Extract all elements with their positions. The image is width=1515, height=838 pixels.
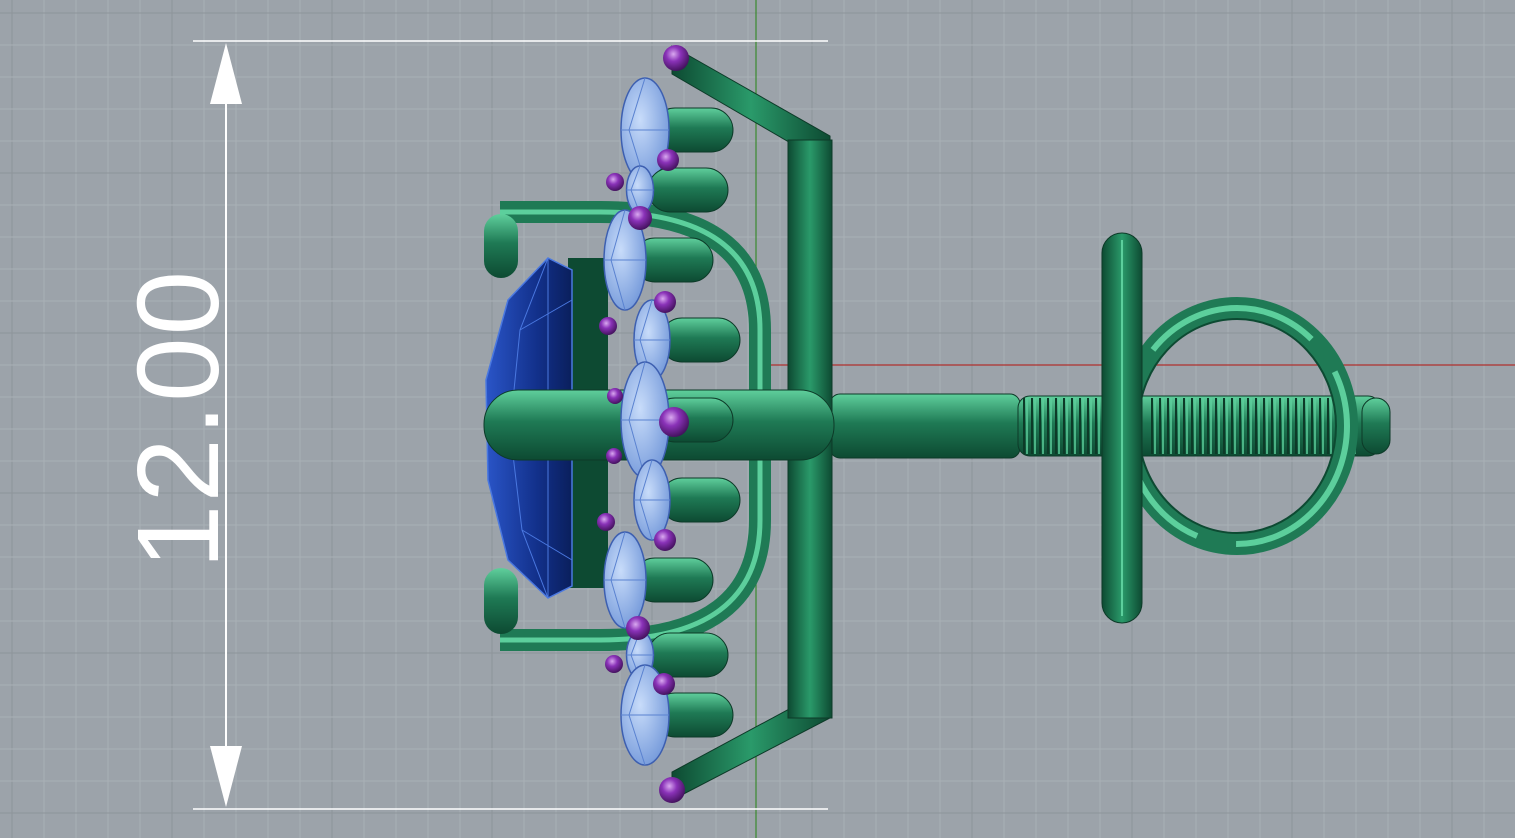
prong [628,206,652,230]
rhino-viewport[interactable]: 12.00 [0,0,1515,838]
prong [657,149,679,171]
prong [663,45,689,71]
dimension-arrow-up-icon [210,43,242,104]
prong [653,673,675,695]
prong [659,407,689,437]
prong [599,317,617,335]
dimension-arrow-down-icon [210,746,242,807]
prong [654,529,676,551]
prong [659,777,685,803]
prong [607,388,623,404]
prong [654,291,676,313]
prong [605,655,623,673]
dimension-value-label[interactable]: 12.00 [113,269,243,569]
prong [626,616,650,640]
prong [597,513,615,531]
prong [606,448,622,464]
prong [606,173,624,191]
